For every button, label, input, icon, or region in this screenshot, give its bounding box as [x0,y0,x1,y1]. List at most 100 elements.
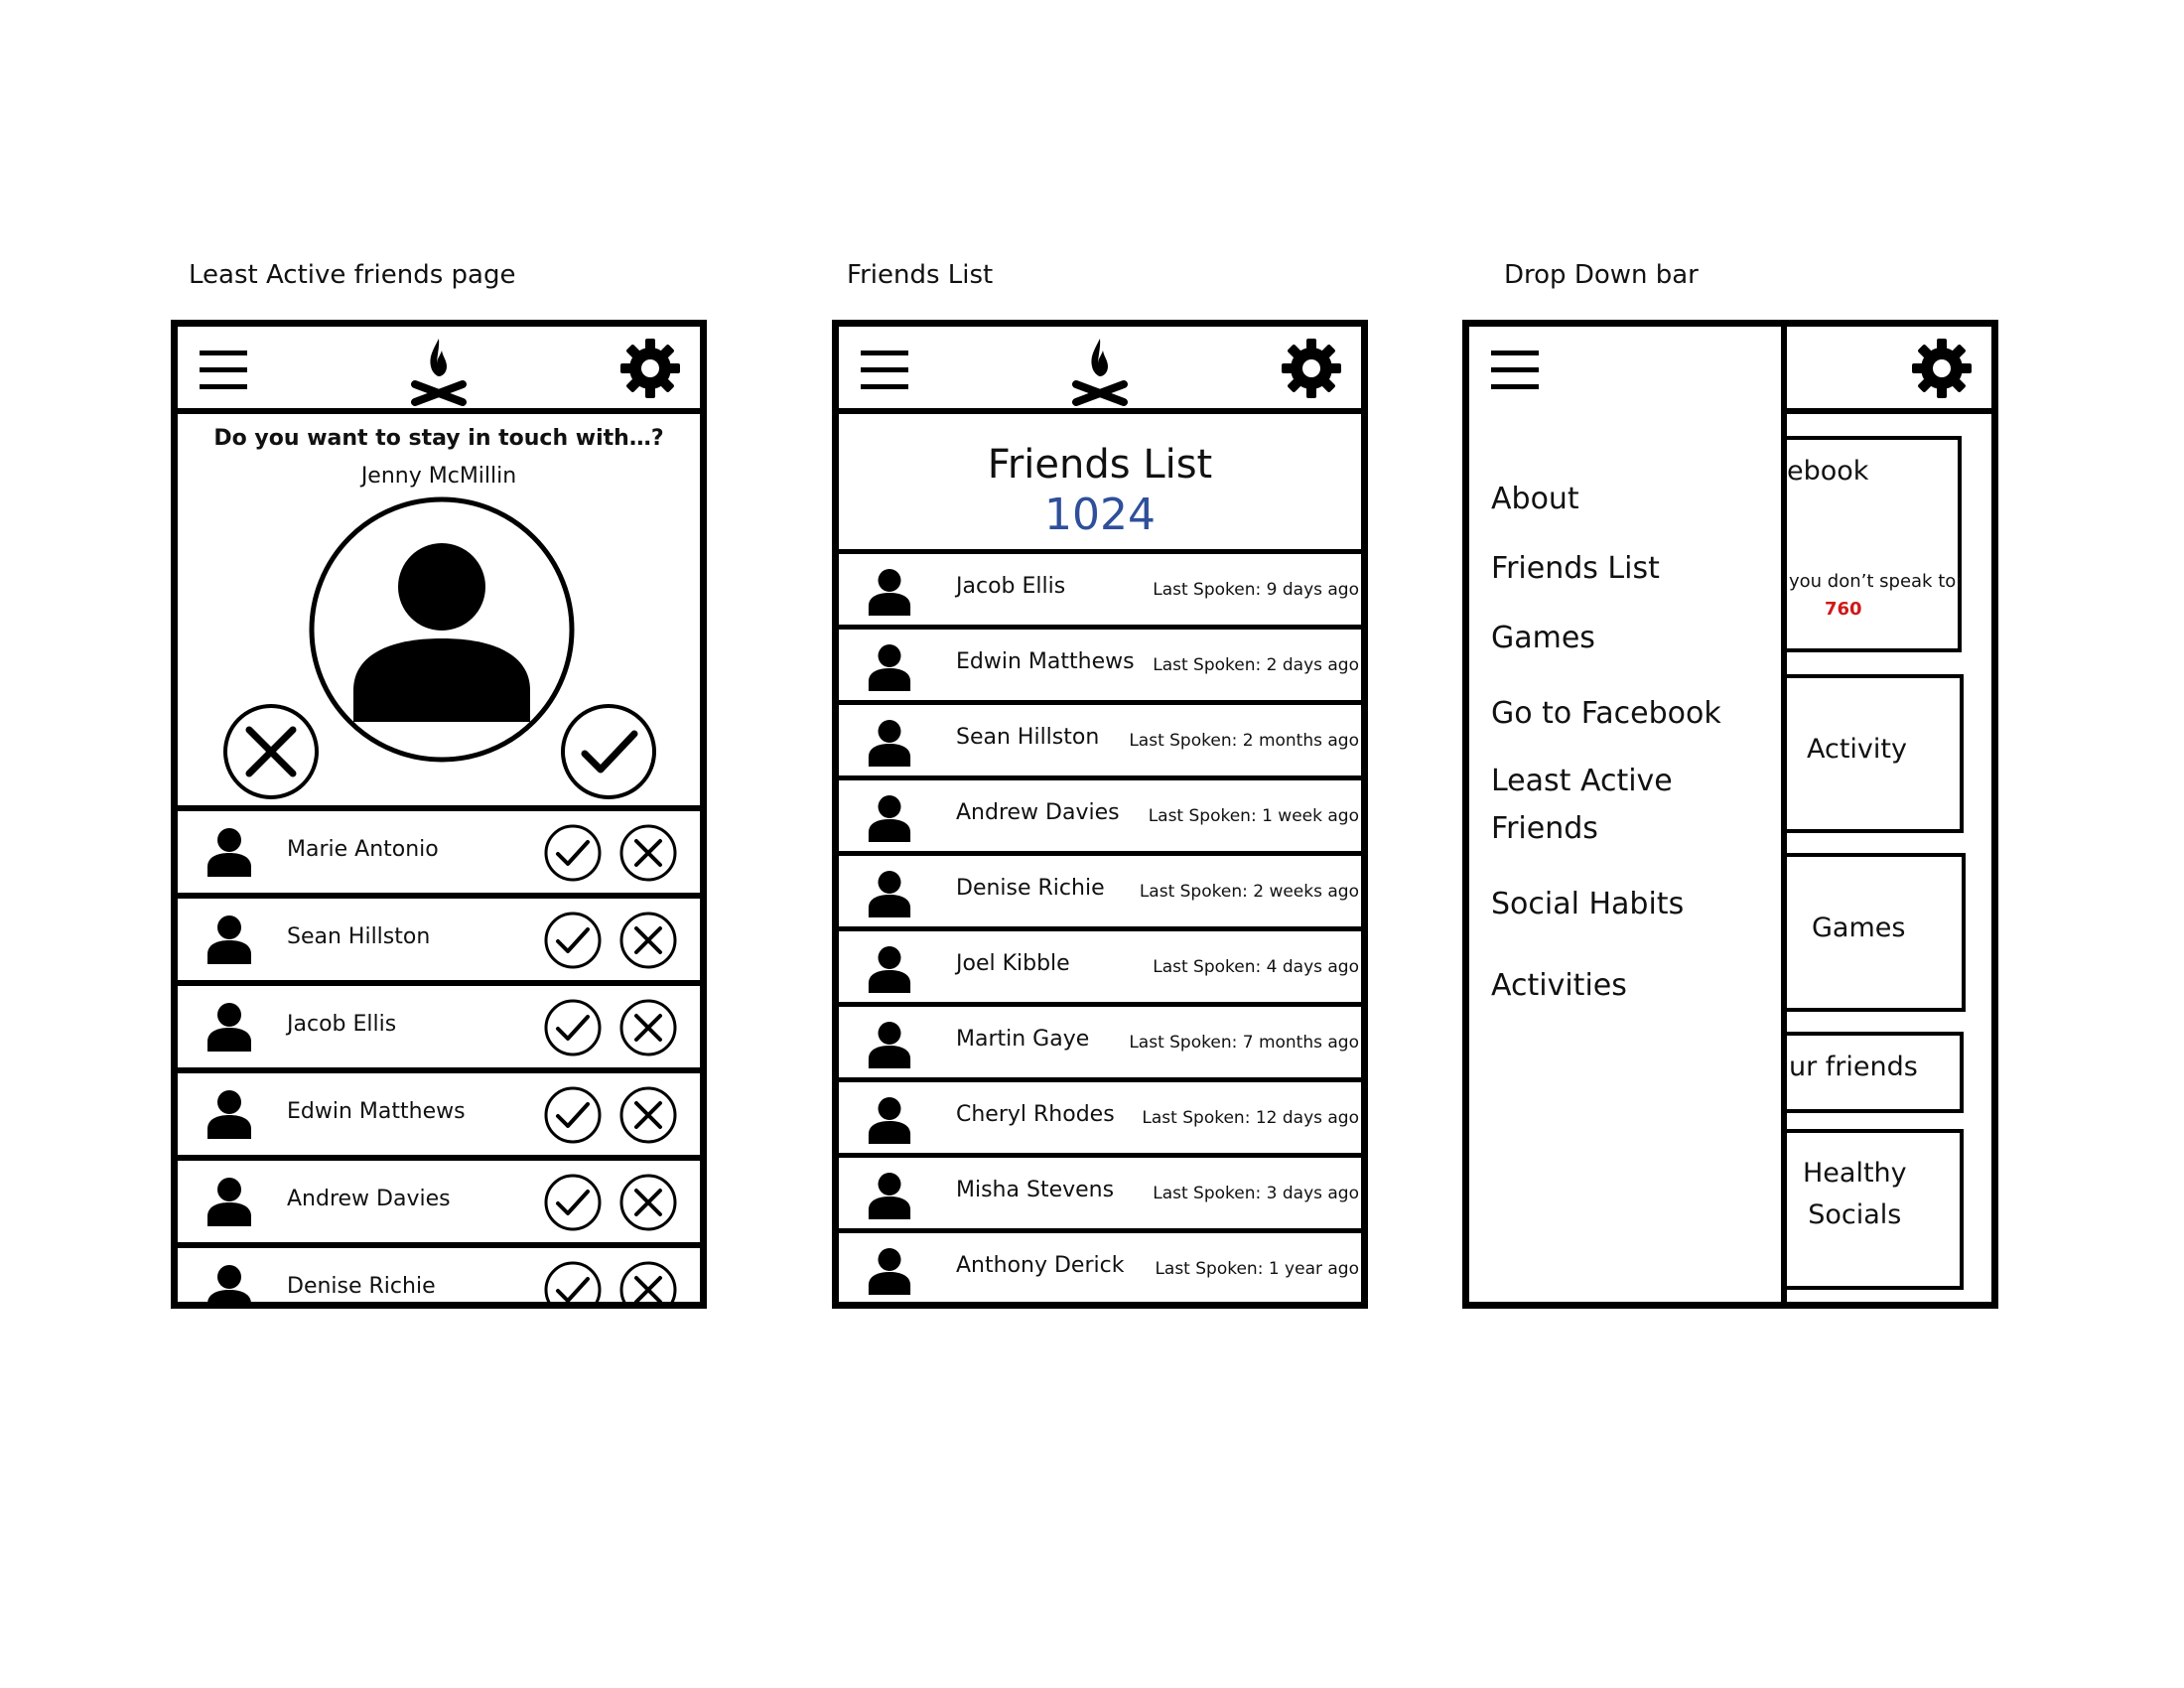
stay-in-touch-question: Do you want to stay in touch with…? [213,426,664,451]
friend-name: Edwin Matthews [287,1099,466,1124]
friend-name: Cheryl Rhodes [956,1102,1115,1127]
last-spoken: Last Spoken: 4 days ago [1153,957,1359,977]
facebook-card-label: ebook [1787,456,1869,487]
friend-row[interactable]: Martin Gaye Last Spoken: 7 months ago [839,1002,1361,1077]
keep-in-touch-button[interactable] [543,1173,603,1232]
friend-row[interactable]: Edwin Matthews Last Spoken: 2 days ago [839,625,1361,700]
friend-row[interactable]: Sean Hillston Last Spoken: 2 months ago [839,700,1361,775]
games-card-label: Games [1812,913,1906,943]
menu-icon[interactable] [200,351,247,390]
friend-name: Denise Richie [956,876,1105,901]
caption-least-active: Least Active friends page [189,260,516,290]
keep-in-touch-button[interactable] [543,1085,603,1145]
menu-item-activities[interactable]: Activities [1491,962,1627,1010]
last-spoken: Last Spoken: 1 year ago [1155,1259,1359,1279]
dismiss-button[interactable] [618,1173,678,1232]
friend-name: Sean Hillston [287,924,431,949]
friend-name: Andrew Davies [287,1187,451,1211]
gear-icon[interactable] [1910,337,1974,400]
phone-drop-down: ebook you don’t speak to: 760 Activity G… [1462,320,1998,1309]
keep-in-touch-button[interactable] [543,998,603,1057]
reject-button[interactable] [221,702,321,801]
friend-row[interactable]: Cheryl Rhodes Last Spoken: 12 days ago [839,1077,1361,1153]
person-icon [205,1177,253,1226]
person-icon [867,643,912,691]
campfire-logo-icon [411,339,467,406]
person-icon [867,794,912,842]
dismiss-button[interactable] [618,1260,678,1302]
last-spoken: Last Spoken: 12 days ago [1142,1108,1359,1128]
least-active-row: Jacob Ellis [178,980,700,1061]
friend-name: Denise Richie [287,1274,436,1299]
accept-button[interactable] [559,702,658,801]
caption-drop-down: Drop Down bar [1504,260,1699,290]
gear-icon[interactable] [1280,337,1343,400]
friend-row[interactable]: Andrew Davies Last Spoken: 1 week ago [839,775,1361,851]
person-icon [867,568,912,616]
friend-name: Anthony Derick [956,1253,1125,1278]
friends-card-label: ur friends [1789,1052,1918,1082]
person-icon [205,914,253,964]
drop-down-menu: About Friends List Games Go to Facebook Leas… [1469,327,1787,1302]
keep-in-touch-button[interactable] [543,1260,603,1302]
friend-row[interactable]: Denise Richie Last Spoken: 2 weeks ago [839,851,1361,926]
last-spoken: Last Spoken: 3 days ago [1153,1184,1359,1203]
friend-name: Joel Kibble [956,951,1070,976]
person-icon [867,719,912,767]
last-spoken: Last Spoken: 7 months ago [1129,1033,1359,1053]
menu-item-social-habits[interactable]: Social Habits [1491,881,1684,928]
friend-row[interactable]: Joel Kibble Last Spoken: 4 days ago [839,926,1361,1002]
menu-icon[interactable] [861,351,908,390]
person-icon [867,1096,912,1144]
person-icon [205,1002,253,1052]
menu-item-games[interactable]: Games [1491,615,1595,662]
last-spoken: Last Spoken: 2 days ago [1153,655,1359,675]
person-icon [205,1264,253,1302]
friend-row[interactable]: Misha Stevens Last Spoken: 3 days ago [839,1153,1361,1228]
person-icon [205,827,253,877]
last-spoken: Last Spoken: 2 months ago [1129,731,1359,751]
phone-friends-list: Friends List 1024 Jacob Ellis Last Spoken… [832,320,1368,1309]
friend-row[interactable]: Jacob Ellis Last Spoken: 9 days ago [839,549,1361,625]
dismiss-button[interactable] [618,1085,678,1145]
friends-list-title: Friends List [987,442,1213,488]
friend-name: Misha Stevens [956,1178,1115,1202]
dont-speak-count: 760 [1825,599,1862,620]
menu-item-about[interactable]: About [1491,476,1579,523]
least-active-row: Andrew Davies [178,1155,700,1236]
friend-name: Jacob Ellis [287,1012,397,1037]
friend-name: Jacob Ellis [956,574,1066,599]
menu-item-friends-list[interactable]: Friends List [1491,545,1660,593]
top-bar [178,327,700,414]
featured-avatar [309,496,575,763]
friend-name: Marie Antonio [287,837,439,862]
phone-least-active: Do you want to stay in touch with…? Jenn… [171,320,707,1309]
dismiss-button[interactable] [618,823,678,883]
person-icon [867,1021,912,1068]
person-icon [205,1089,253,1139]
last-spoken: Last Spoken: 9 days ago [1153,580,1359,600]
menu-icon[interactable] [1491,351,1539,390]
person-icon [867,1172,912,1219]
last-spoken: Last Spoken: 1 week ago [1148,806,1359,826]
campfire-logo-icon [1072,339,1128,406]
friend-row[interactable]: Anthony Derick Last Spoken: 1 year ago [839,1228,1361,1302]
friends-count: 1024 [1044,490,1156,540]
gear-icon[interactable] [618,337,682,400]
dismiss-button[interactable] [618,911,678,970]
friend-name: Sean Hillston [956,725,1100,750]
dont-speak-label: you don’t speak to: [1789,571,1963,592]
keep-in-touch-button[interactable] [543,823,603,883]
friend-name: Andrew Davies [956,800,1120,825]
person-icon [867,1247,912,1295]
healthy-socials-card-label: Healthy Socials [1803,1158,1907,1230]
top-bar [839,327,1361,414]
menu-item-go-to-facebook[interactable]: Go to Facebook [1491,690,1721,738]
keep-in-touch-button[interactable] [543,911,603,970]
menu-item-least-active-friends[interactable]: Least Active Friends [1491,758,1673,853]
dismiss-button[interactable] [618,998,678,1057]
person-icon [867,945,912,993]
caption-friends-list: Friends List [847,260,994,290]
least-active-row: Marie Antonio [178,805,700,887]
least-active-row: Edwin Matthews [178,1067,700,1149]
